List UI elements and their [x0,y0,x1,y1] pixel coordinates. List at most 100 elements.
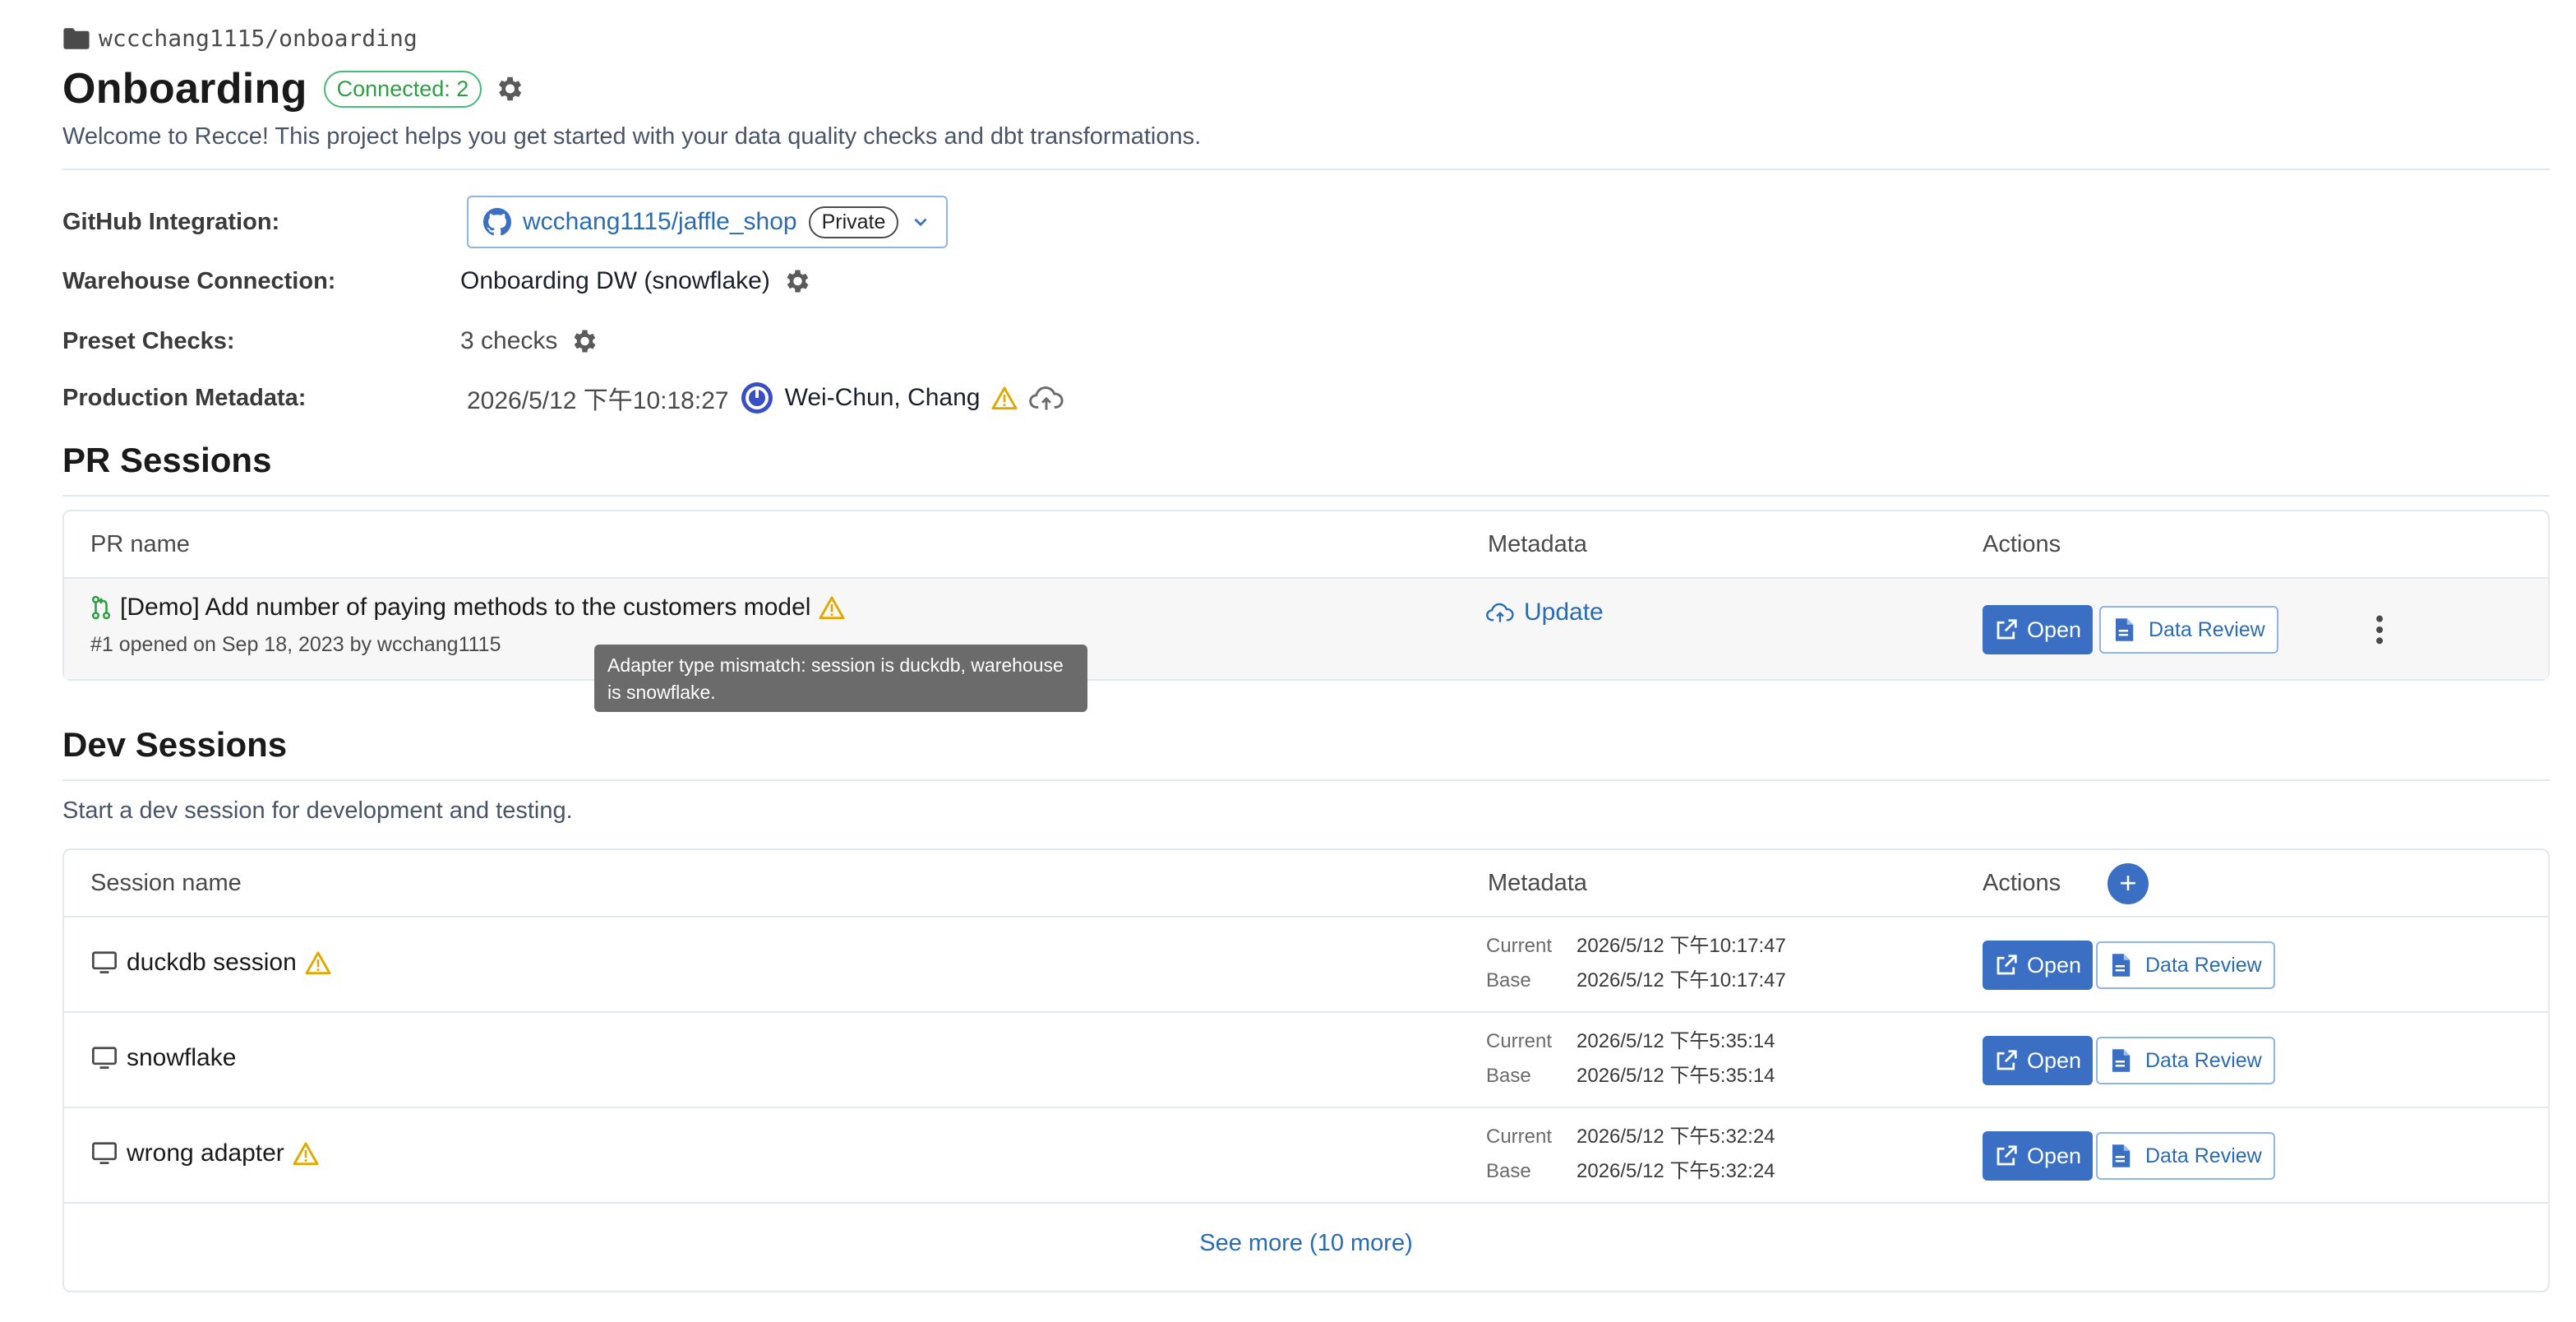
data-review-button[interactable]: Data Review [2096,1132,2275,1180]
dev-sessions-description: Start a dev session for development and … [62,797,573,824]
column-header-pr-name: PR name [90,531,190,557]
page-title: Onboarding [62,65,307,113]
user-avatar-icon [741,382,773,414]
dev-session-name[interactable]: snowflake [90,1044,236,1072]
pr-session-subtitle: #1 opened on Sep 18, 2023 by wcchang1115 [90,633,501,656]
update-metadata-label: Update [1524,599,1604,626]
cloud-upload-icon [1486,603,1514,622]
open-button-label: Open [2027,952,2082,978]
document-icon [2112,1049,2131,1072]
dev-session-metadata: Current 2026/5/12 下午5:35:14 Base 2026/5/12… [1486,1024,1775,1093]
current-label: Current [1486,1126,1553,1148]
preset-checks-row: Preset Checks: 3 checks [62,326,598,356]
add-dev-session-button[interactable]: + [2107,863,2149,904]
update-metadata-button[interactable]: Update [1486,599,1604,626]
pr-session-row[interactable]: [Demo] Add number of paying methods to t… [64,579,2548,679]
monitor-icon [92,1142,117,1164]
dev-session-label: snowflake [127,1044,237,1071]
github-icon [483,208,511,236]
warehouse-connection-value: Onboarding DW (snowflake) [460,267,770,294]
external-link-icon [1997,619,2017,640]
column-header-session-name: Session name [90,870,242,896]
base-label: Base [1486,969,1531,991]
production-metadata-row: Production Metadata: 2026/5/12 下午10:18:2… [62,380,1064,416]
external-link-icon [1997,955,2017,975]
pr-sessions-title: PR Sessions [62,441,272,479]
dev-session-name[interactable]: wrong adapter [90,1139,319,1167]
connected-badge: Connected: 2 [323,70,482,108]
data-review-button[interactable]: Data Review [2099,606,2278,654]
preset-checks-value: 3 checks [460,327,558,354]
dev-sessions-table: Session name Metadata Actions + duckdb s… [62,848,2550,1292]
breadcrumb-path: wccchang1115/onboarding [99,25,418,52]
external-link-icon [1997,1145,2017,1166]
dev-sessions-title: Dev Sessions [62,725,288,764]
dev-session-row[interactable]: snowflake Current 2026/5/12 下午5:35:14 Bas… [64,1013,2548,1108]
external-link-icon [1997,1050,2017,1070]
chevron-down-icon[interactable] [910,211,931,233]
gear-icon[interactable] [493,73,524,104]
gear-icon[interactable] [569,326,598,356]
current-label: Current [1486,1030,1553,1052]
data-review-label: Data Review [2145,1144,2262,1167]
production-metadata-label: Production Metadata: [62,384,307,411]
base-timestamp: 2026/5/12 下午5:35:14 [1577,1065,1775,1087]
warning-icon[interactable] [293,1141,319,1166]
breadcrumb[interactable]: wccchang1115/onboarding [62,25,418,52]
warehouse-connection-label: Warehouse Connection: [62,267,336,294]
pull-request-icon [91,595,111,620]
document-icon [2112,1144,2131,1167]
github-repo-select[interactable]: wcchang1115/jaffle_shop Private [467,196,949,248]
github-integration-label: GitHub Integration: [62,208,280,235]
gear-icon[interactable] [782,266,811,296]
dev-sessions-divider [62,779,2550,781]
warning-icon[interactable] [819,595,845,620]
open-button[interactable]: Open [1983,1131,2094,1181]
dev-session-row[interactable]: duckdb session Current 2026/5/12 下午10:17:… [64,918,2548,1013]
data-review-button[interactable]: Data Review [2096,941,2275,989]
open-button-label: Open [2027,1143,2082,1168]
dev-session-metadata: Current 2026/5/12 下午5:32:24 Base 2026/5/12… [1486,1120,1775,1189]
monitor-icon [92,1047,117,1069]
github-repo-name[interactable]: wcchang1115/jaffle_shop [523,208,797,236]
production-metadata-user: Wei-Chun, Chang [784,384,981,411]
base-timestamp: 2026/5/12 下午5:32:24 [1577,1160,1775,1182]
data-review-button[interactable]: Data Review [2096,1037,2275,1084]
see-more-link[interactable]: See more (10 more) [64,1230,2548,1257]
column-header-metadata: Metadata [1488,870,1587,896]
cloud-upload-icon[interactable] [1029,383,1064,413]
column-header-actions: Actions [1983,870,2061,896]
production-metadata-timestamp: 2026/5/12 下午10:18:27 [467,387,729,414]
warehouse-connection-row: Warehouse Connection: Onboarding DW (sno… [62,266,811,296]
folder-icon [63,27,90,49]
base-label: Base [1486,1160,1531,1182]
pr-sessions-table-header: PR name Metadata Actions [64,511,2548,579]
current-timestamp: 2026/5/12 下午5:32:24 [1577,1126,1775,1148]
page-header: Onboarding Connected: 2 [62,64,524,113]
dev-session-row[interactable]: wrong adapter Current 2026/5/12 下午5:32:24… [64,1108,2548,1204]
data-review-label: Data Review [2145,953,2262,977]
more-options-icon[interactable] [2367,613,2392,646]
data-review-label: Data Review [2145,1048,2262,1072]
document-icon [2112,954,2131,977]
warning-icon[interactable] [305,950,331,975]
github-integration-row: GitHub Integration: wcchang1115/jaffle_s… [62,196,949,248]
dev-session-name[interactable]: duckdb session [90,949,331,977]
open-button[interactable]: Open [1983,1036,2094,1085]
current-label: Current [1486,935,1553,957]
dev-sessions-table-header: Session name Metadata Actions + [64,850,2548,918]
preset-checks-label: Preset Checks: [62,327,235,354]
dev-session-label: duckdb session [127,949,297,976]
private-badge: Private [808,206,899,238]
open-button-label: Open [2027,1047,2082,1073]
open-button[interactable]: Open [1983,941,2094,990]
current-timestamp: 2026/5/12 下午10:17:47 [1577,935,1786,957]
open-button-label: Open [2027,617,2082,642]
pr-session-name[interactable]: [Demo] Add number of paying methods to t… [90,594,845,622]
base-timestamp: 2026/5/12 下午10:17:47 [1577,969,1786,991]
project-page: wccchang1115/onboarding Onboarding Conne… [0,0,2576,1322]
warning-icon [992,386,1018,410]
pr-session-title: [Demo] Add number of paying methods to t… [120,594,811,621]
monitor-icon [92,951,117,973]
open-button[interactable]: Open [1983,605,2094,654]
